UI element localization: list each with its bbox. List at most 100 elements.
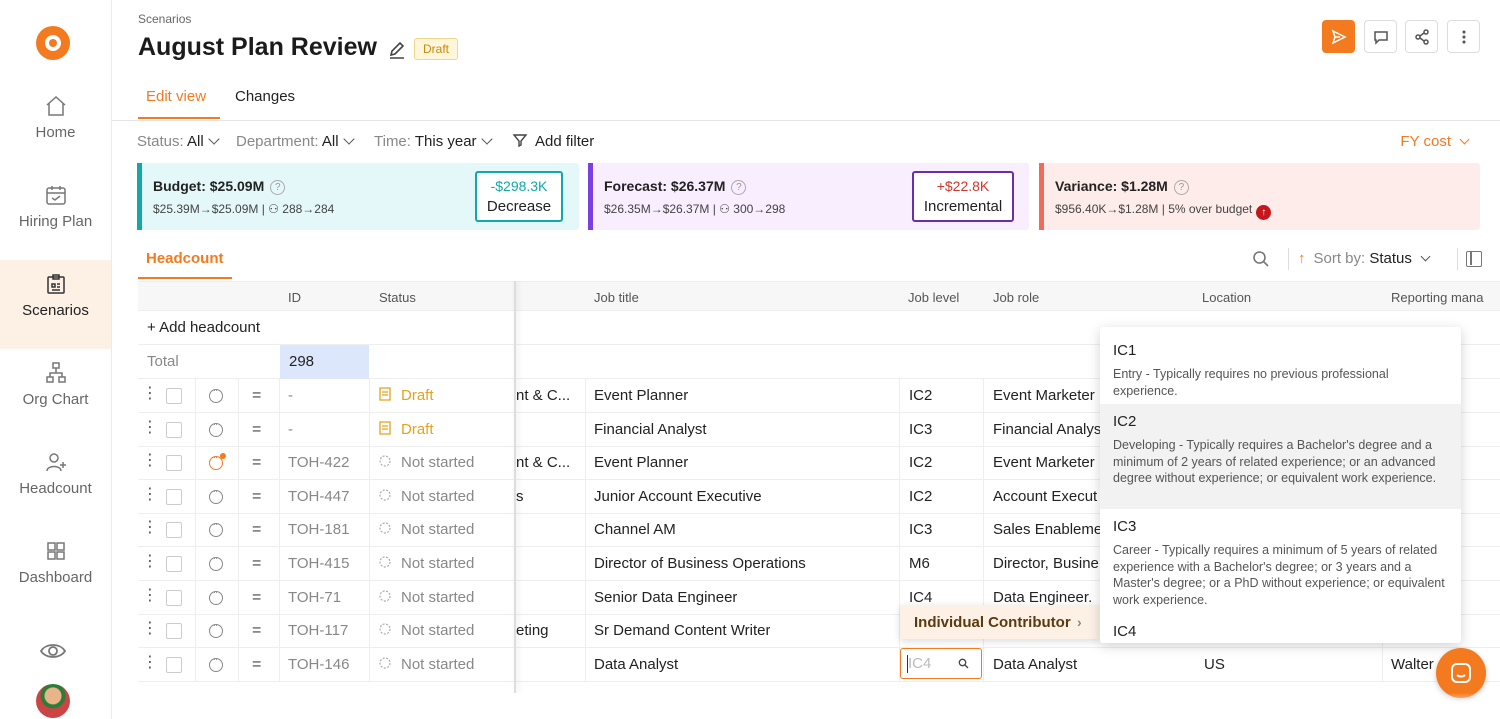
tab-changes[interactable]: Changes	[235, 88, 295, 105]
row-menu-icon[interactable]: ⋮	[142, 486, 158, 503]
row-job-role[interactable]: Event Marketer	[993, 387, 1103, 404]
help-icon[interactable]: ?	[731, 180, 747, 195]
edit-pencil-icon[interactable]	[387, 40, 407, 60]
comment-icon[interactable]	[209, 419, 223, 437]
row-location[interactable]: US	[1204, 656, 1225, 673]
row-menu-icon[interactable]: ⋮	[142, 386, 158, 402]
job-level-option-ic4[interactable]: IC4	[1100, 614, 1461, 643]
row-job-title[interactable]: Financial Analyst	[594, 421, 707, 438]
row-job-role[interactable]: Data Engineer.	[993, 589, 1103, 606]
row-job-title[interactable]: Junior Account Executive	[594, 488, 762, 505]
column-header-status[interactable]: Status	[379, 290, 416, 305]
eye-icon[interactable]	[38, 636, 68, 666]
row-status[interactable]: Draft	[379, 387, 434, 404]
row-status[interactable]: Not started	[379, 589, 474, 606]
row-status[interactable]: Draft	[379, 421, 434, 438]
row-job-title[interactable]: Data Analyst	[594, 656, 678, 673]
column-header-location[interactable]: Location	[1202, 290, 1251, 305]
row-menu-icon[interactable]: ⋮	[142, 453, 158, 469]
row-status[interactable]: Not started	[379, 555, 474, 572]
more-options-button[interactable]	[1447, 20, 1480, 53]
row-job-title[interactable]: Director of Business Operations	[594, 555, 806, 572]
comment-icon[interactable]	[209, 654, 223, 672]
app-logo[interactable]	[36, 26, 70, 60]
send-button[interactable]	[1322, 20, 1355, 53]
job-level-option-ic3[interactable]: IC3 Career - Typically requires a minimu…	[1100, 509, 1461, 614]
row-job-level[interactable]: IC3	[909, 521, 932, 538]
row-reporting-manager[interactable]: Walter	[1391, 656, 1434, 673]
sidebar-item-headcount[interactable]: Headcount	[0, 438, 111, 527]
row-job-role[interactable]: Event Marketer	[993, 454, 1103, 471]
row-job-title[interactable]: Channel AM	[594, 521, 676, 538]
row-checkbox[interactable]	[166, 522, 182, 539]
sidebar-item-org-chart[interactable]: Org Chart	[0, 349, 111, 438]
drag-handle-icon[interactable]: =	[252, 522, 264, 538]
share-button[interactable]	[1405, 20, 1438, 53]
row-checkbox[interactable]	[166, 455, 182, 472]
time-filter[interactable]: Time: This year	[374, 133, 493, 150]
add-filter-button[interactable]: Add filter	[512, 133, 594, 150]
column-header-job-title[interactable]: Job title	[594, 290, 639, 305]
sort-arrow-up-icon[interactable]: ↑	[1298, 250, 1306, 267]
row-checkbox[interactable]	[166, 388, 182, 404]
row-job-role[interactable]: Data Analyst	[993, 656, 1103, 673]
row-job-level[interactable]: M6	[909, 555, 930, 572]
sidebar-item-hiring-plan[interactable]: Hiring Plan	[0, 171, 111, 260]
row-job-title[interactable]: Event Planner	[594, 387, 688, 404]
row-job-role[interactable]: Sales Enableme	[993, 521, 1103, 538]
comment-icon[interactable]	[209, 385, 223, 403]
column-panel-icon[interactable]	[1466, 251, 1482, 267]
row-job-level[interactable]: IC3	[909, 421, 932, 438]
column-header-reporting-manager[interactable]: Reporting mana	[1391, 290, 1484, 305]
row-status[interactable]: Not started	[379, 656, 474, 673]
row-job-level[interactable]: IC4	[909, 589, 932, 606]
sidebar-item-scenarios[interactable]: Scenarios	[0, 260, 111, 349]
job-level-option-ic2[interactable]: IC2 Developing - Typically requires a Ba…	[1100, 404, 1461, 509]
avatar[interactable]	[36, 684, 70, 718]
search-icon[interactable]	[1252, 250, 1270, 268]
status-filter[interactable]: Status: All	[137, 133, 220, 150]
job-level-option-ic1[interactable]: IC1 Entry - Typically requires no previo…	[1100, 327, 1461, 404]
help-icon[interactable]: ?	[270, 180, 286, 195]
row-job-role[interactable]: Account Execut	[993, 488, 1103, 505]
chat-button[interactable]	[1436, 648, 1486, 698]
comment-icon[interactable]	[209, 452, 226, 471]
drag-handle-icon[interactable]: =	[252, 421, 264, 438]
row-job-level[interactable]: IC2	[909, 454, 932, 471]
comment-icon[interactable]	[209, 553, 223, 571]
row-job-role[interactable]: Financial Analys	[993, 421, 1103, 438]
comment-icon[interactable]	[209, 587, 223, 605]
drag-handle-icon[interactable]: =	[252, 455, 264, 471]
table-row[interactable]: ⋮ = TOH-146 Not started Data Analyst Data Ana…	[138, 647, 1500, 682]
row-status[interactable]: Not started	[379, 521, 474, 538]
drag-handle-icon[interactable]: =	[252, 656, 264, 673]
row-menu-icon[interactable]: ⋮	[142, 554, 158, 570]
row-checkbox[interactable]	[166, 623, 182, 640]
breadcrumb[interactable]: Scenarios	[138, 12, 191, 26]
department-filter[interactable]: Department: All	[236, 133, 355, 150]
column-header-job-role[interactable]: Job role	[993, 290, 1039, 305]
drag-handle-icon[interactable]: =	[252, 556, 264, 572]
row-checkbox[interactable]	[166, 656, 182, 673]
row-status[interactable]: Not started	[379, 454, 474, 471]
drag-handle-icon[interactable]: =	[252, 623, 264, 639]
row-status[interactable]: Not started	[379, 488, 474, 505]
row-status[interactable]: Not started	[379, 622, 474, 639]
row-job-level[interactable]: IC2	[909, 488, 932, 505]
row-job-level[interactable]: IC2	[909, 387, 932, 404]
row-menu-icon[interactable]: ⋮	[142, 419, 158, 436]
row-job-role[interactable]: Director, Busine	[993, 555, 1103, 572]
comments-button[interactable]	[1364, 20, 1397, 53]
sidebar-item-home[interactable]: Home	[0, 82, 111, 171]
row-checkbox[interactable]	[166, 556, 182, 572]
column-header-id[interactable]: ID	[288, 290, 301, 305]
drag-handle-icon[interactable]: =	[252, 589, 264, 606]
drag-handle-icon[interactable]: =	[252, 488, 264, 505]
comment-icon[interactable]	[209, 519, 223, 538]
row-job-title[interactable]: Event Planner	[594, 454, 688, 471]
row-menu-icon[interactable]: ⋮	[142, 621, 158, 637]
row-checkbox[interactable]	[166, 488, 182, 505]
column-header-job-level[interactable]: Job level	[908, 290, 959, 305]
row-checkbox[interactable]	[166, 589, 182, 606]
row-menu-icon[interactable]: ⋮	[142, 587, 158, 604]
